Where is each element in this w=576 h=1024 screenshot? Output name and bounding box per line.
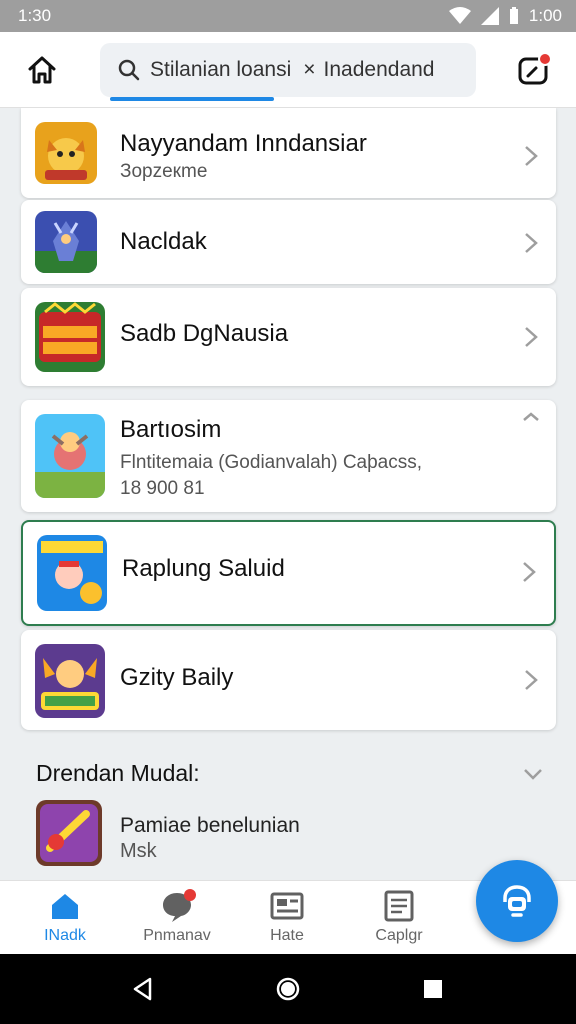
game-thumbnail xyxy=(35,302,105,372)
search-icon xyxy=(118,59,140,81)
nav-label: Hate xyxy=(270,927,304,944)
chevron-right-icon xyxy=(525,670,538,690)
game-thumbnail xyxy=(35,414,105,498)
section-title: Drendan Mudal: xyxy=(36,760,200,786)
item-title: Bartıosim xyxy=(120,416,222,443)
game-thumbnail xyxy=(35,211,97,273)
item-title: Sadb DgNausia xyxy=(120,320,289,347)
list-item[interactable]: Nacldak xyxy=(21,200,556,284)
list-item-selected[interactable]: Raplung Saluid xyxy=(21,520,556,626)
nav-label: Caplgr xyxy=(375,927,423,944)
game-thumbnail xyxy=(35,644,105,718)
support-fab-button[interactable] xyxy=(476,860,558,942)
search-clear[interactable]: × xyxy=(303,58,315,82)
item-subtitle: Зорzекme xyxy=(120,161,208,182)
list-item[interactable]: Nayyandam Inndansiar Зорzекme xyxy=(21,108,556,198)
app-bar: Stilanian loansi × Inadendand xyxy=(0,32,576,108)
notifications-button[interactable] xyxy=(514,50,554,90)
game-thumbnail xyxy=(35,122,97,184)
search-extra-term: Inadendand xyxy=(323,58,435,81)
home-button[interactable] xyxy=(24,52,60,88)
recents-icon[interactable] xyxy=(420,976,446,1002)
status-bar: 1:30 1:00 xyxy=(0,0,576,32)
status-icons: 1:00 xyxy=(448,6,562,26)
chevron-right-icon xyxy=(525,233,538,253)
status-right-time: 1:00 xyxy=(528,6,562,25)
list-item[interactable]: Sadb DgNausia xyxy=(21,288,556,386)
list-item-expanded[interactable]: Bartıosim Flntitemaia (Godianvalah) Caþa… xyxy=(21,400,556,512)
list-item[interactable]: Gzity Baily xyxy=(21,630,556,730)
nav-label: INadk xyxy=(44,927,86,944)
chevron-up-icon[interactable] xyxy=(522,410,540,434)
battery-icon xyxy=(509,7,518,24)
game-list: Nayyandam Inndansiar Зорzекme Nacldak Sa… xyxy=(0,108,576,880)
chevron-down-icon[interactable] xyxy=(522,766,544,782)
status-time: 1:30 xyxy=(18,6,52,25)
item-meta: 18 900 81 xyxy=(120,478,205,499)
nav-tab-catalog[interactable]: Caplgr xyxy=(344,889,454,945)
item-description: Flntitemaia (Godianvalah) Caþacss, xyxy=(120,452,423,473)
back-icon[interactable] xyxy=(130,976,156,1002)
nav-tab-home[interactable]: INadk xyxy=(10,889,120,945)
home-icon xyxy=(28,56,56,84)
search-active-indicator xyxy=(110,97,274,101)
news-icon xyxy=(270,889,304,923)
item-title: Nayyandam Inndansiar xyxy=(120,130,367,157)
signal-icon xyxy=(480,7,499,25)
nav-notification-dot xyxy=(184,889,196,901)
search-query: Stilanian loansi xyxy=(150,58,292,81)
section-item-title: Pamiae benelunian xyxy=(120,814,300,837)
section-item-subtitle: Msk xyxy=(120,840,157,862)
notification-badge xyxy=(538,52,552,66)
home-circle-icon[interactable] xyxy=(275,976,301,1002)
nav-tab-messages[interactable]: Pnmanav xyxy=(122,889,232,945)
item-title: Gzity Baily xyxy=(120,664,234,691)
nav-tab-hate[interactable]: Hate xyxy=(232,889,342,945)
section-item-thumbnail[interactable] xyxy=(36,800,102,866)
chevron-right-icon xyxy=(525,146,538,166)
home-icon xyxy=(48,889,82,923)
system-navigation-bar xyxy=(0,954,576,1024)
item-title: Nacldak xyxy=(120,228,207,255)
search-bar[interactable]: Stilanian loansi × Inadendand xyxy=(100,43,476,101)
nav-label: Pnmanav xyxy=(143,927,211,944)
wifi-icon xyxy=(448,7,471,24)
chevron-right-icon xyxy=(523,562,536,582)
document-icon xyxy=(382,889,416,923)
game-thumbnail xyxy=(37,535,107,611)
chevron-right-icon xyxy=(525,327,538,347)
item-title: Raplung Saluid xyxy=(122,555,285,582)
chat-icon xyxy=(160,889,196,923)
headset-icon xyxy=(503,885,531,917)
